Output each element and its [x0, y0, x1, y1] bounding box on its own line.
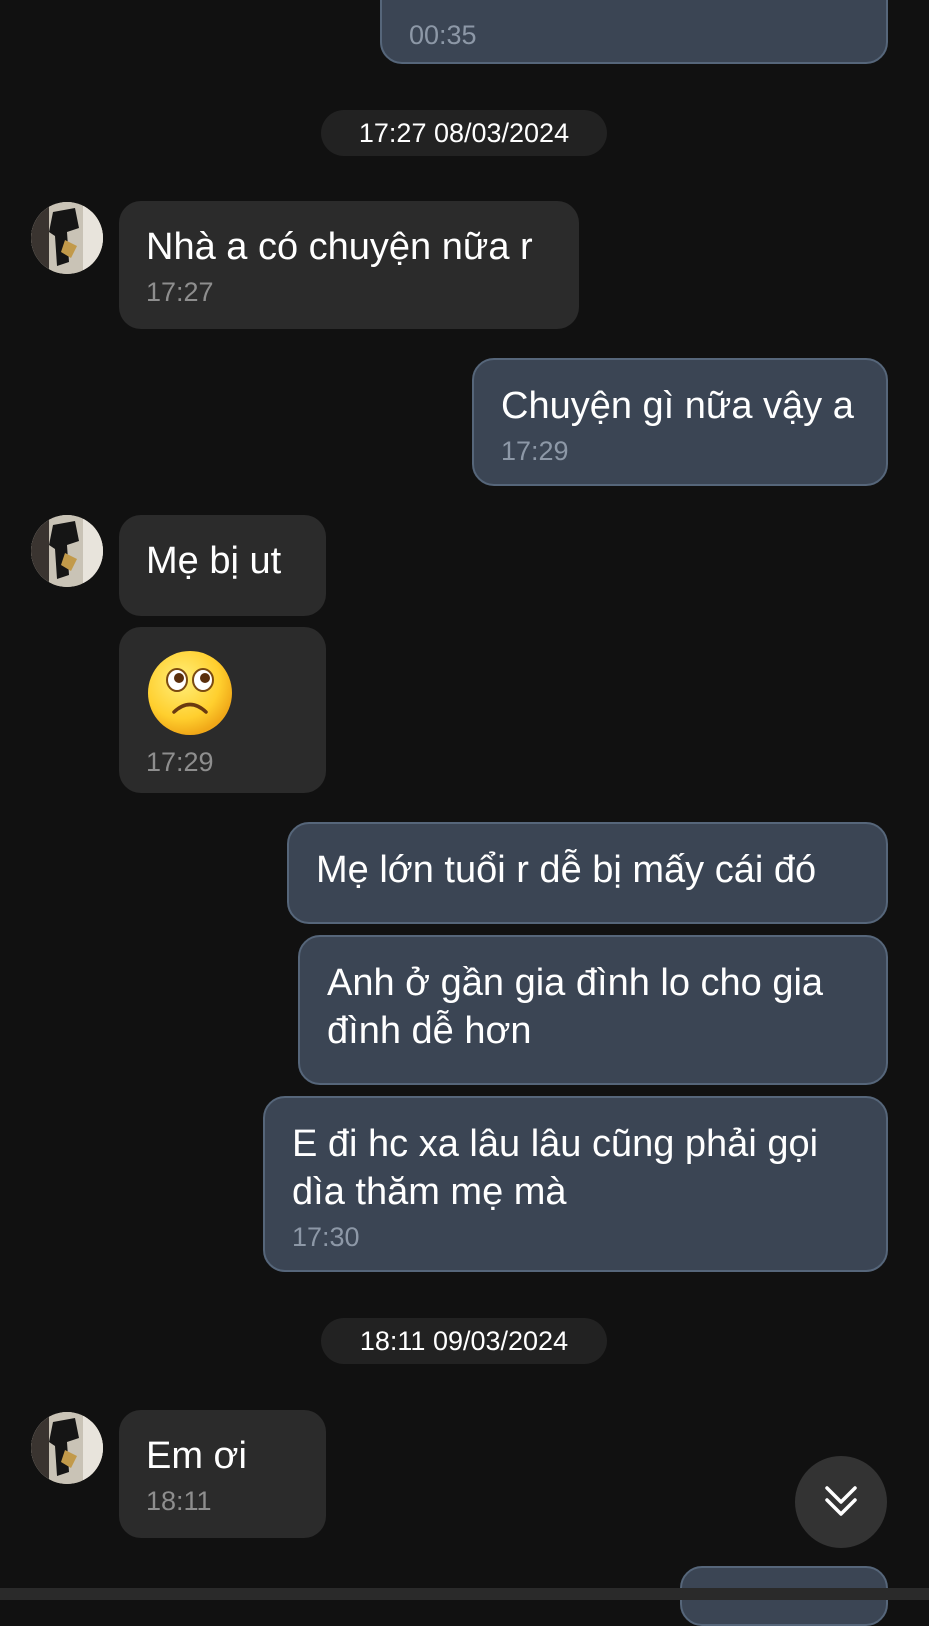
avatar[interactable] — [31, 1412, 103, 1484]
message-bubble-incoming[interactable]: Nhà a có chuyện nữa r 17:27 — [119, 201, 579, 329]
message-text: Chuyện gì nữa vậy a — [501, 385, 854, 427]
message-bubble-outgoing[interactable]: Anh ở gần gia đình lo cho gia đình dễ hơ… — [298, 935, 888, 1085]
scroll-to-bottom-button[interactable] — [795, 1456, 887, 1548]
date-separator: 17:27 08/03/2024 — [321, 110, 607, 156]
message-bubble-outgoing[interactable]: Mẹ lớn tuổi r dễ bị mấy cái đó — [287, 822, 888, 924]
message-text: Anh ở gần gia đình lo cho gia đình dễ hơ… — [327, 962, 824, 1052]
message-bubble-incoming[interactable]: Mẹ bị ut — [119, 515, 326, 616]
message-bubble-incoming[interactable]: Em ơi 18:11 — [119, 1410, 326, 1538]
message-bubble-incoming-emoji[interactable]: 17:29 — [119, 627, 326, 793]
avatar-photo-icon — [31, 202, 103, 274]
message-time: 17:30 — [292, 1222, 360, 1252]
message-text: Em ơi — [146, 1435, 247, 1477]
message-time: 00:35 — [409, 20, 477, 50]
message-time: 17:27 — [146, 277, 214, 307]
message-bubble-outgoing[interactable]: E đi hc xa lâu lâu cũng phải gọi dìa thă… — [263, 1096, 888, 1272]
message-text: Mẹ lớn tuổi r dễ bị mấy cái đó — [316, 849, 817, 891]
date-separator: 18:11 09/03/2024 — [321, 1318, 607, 1364]
avatar-photo-icon — [31, 1412, 103, 1484]
message-text: Mẹ bị ut — [146, 540, 282, 582]
message-time: 17:29 — [501, 436, 569, 466]
message-bubble-outgoing[interactable]: Chuyện gì nữa vậy a 17:29 — [472, 358, 888, 486]
avatar[interactable] — [31, 202, 103, 274]
message-text: Nhà a có chuyện nữa r — [146, 226, 533, 268]
message-time: 17:29 — [146, 747, 214, 777]
message-bubble-outgoing-partial[interactable]: 00:35 — [380, 0, 888, 64]
message-text: E đi hc xa lâu lâu cũng phải gọi dìa thă… — [292, 1123, 819, 1213]
avatar-photo-icon — [31, 515, 103, 587]
avatar[interactable] — [31, 515, 103, 587]
double-chevron-down-icon — [825, 1486, 857, 1516]
message-time: 18:11 — [146, 1486, 212, 1516]
bottom-bar — [0, 1588, 929, 1600]
sad-face-emoji-icon — [148, 651, 232, 735]
